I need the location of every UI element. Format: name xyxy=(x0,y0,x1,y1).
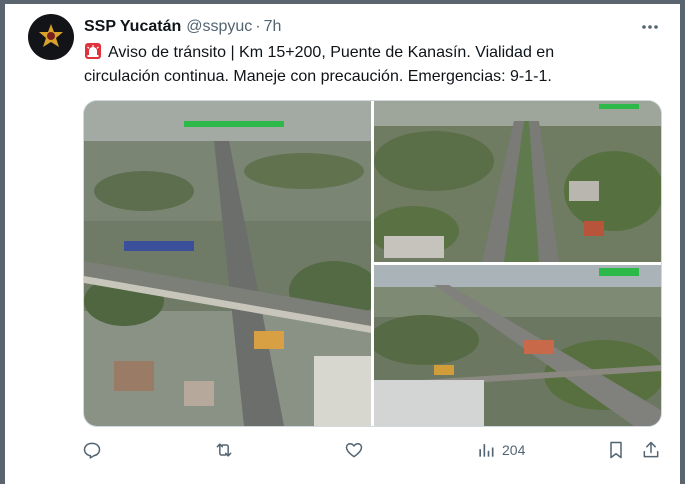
reply-icon xyxy=(83,442,101,459)
badge-logo-icon xyxy=(39,24,63,47)
window-frame-top xyxy=(0,0,685,4)
like-icon xyxy=(345,443,363,458)
author-handle[interactable]: @sspyuc xyxy=(186,18,252,36)
author-name[interactable]: SSP Yucatán xyxy=(84,18,181,36)
aerial-highway-bridge-photo xyxy=(374,265,661,426)
retweet-icon xyxy=(216,443,232,457)
tweet-text: Aviso de tránsito | Km 15+200, Puente de… xyxy=(84,41,604,89)
tweet-action-bar: 204 xyxy=(80,436,665,466)
window-frame-left xyxy=(0,0,5,484)
tweet-media-grid xyxy=(83,100,662,427)
more-options-button[interactable] xyxy=(637,17,663,37)
share-button[interactable] xyxy=(641,440,661,460)
aerial-highway-overpass-photo xyxy=(84,101,371,426)
retweet-button[interactable] xyxy=(214,440,234,460)
tweet-header: SSP Yucatán @sspyuc · 7h xyxy=(84,16,281,38)
reply-button[interactable] xyxy=(82,440,102,460)
media-image-3[interactable] xyxy=(374,265,661,426)
header-separator: · xyxy=(255,18,261,35)
views-icon xyxy=(479,444,494,457)
siren-emoji-icon xyxy=(85,43,101,59)
views-count: 204 xyxy=(502,442,526,458)
avatar[interactable] xyxy=(28,14,74,60)
window-frame-right xyxy=(680,0,685,484)
media-image-2[interactable] xyxy=(374,101,661,262)
like-button[interactable] xyxy=(344,440,364,460)
bookmark-icon xyxy=(610,441,622,459)
media-image-1[interactable] xyxy=(84,101,371,426)
views-button[interactable]: 204 xyxy=(476,440,525,460)
more-dots-icon xyxy=(642,25,658,29)
aerial-highway-road-photo xyxy=(374,101,661,262)
tweet-body-text: Aviso de tránsito | Km 15+200, Puente de… xyxy=(84,44,555,85)
share-icon xyxy=(643,441,659,458)
tweet-timestamp[interactable]: 7h xyxy=(264,18,282,36)
bookmark-button[interactable] xyxy=(606,440,626,460)
